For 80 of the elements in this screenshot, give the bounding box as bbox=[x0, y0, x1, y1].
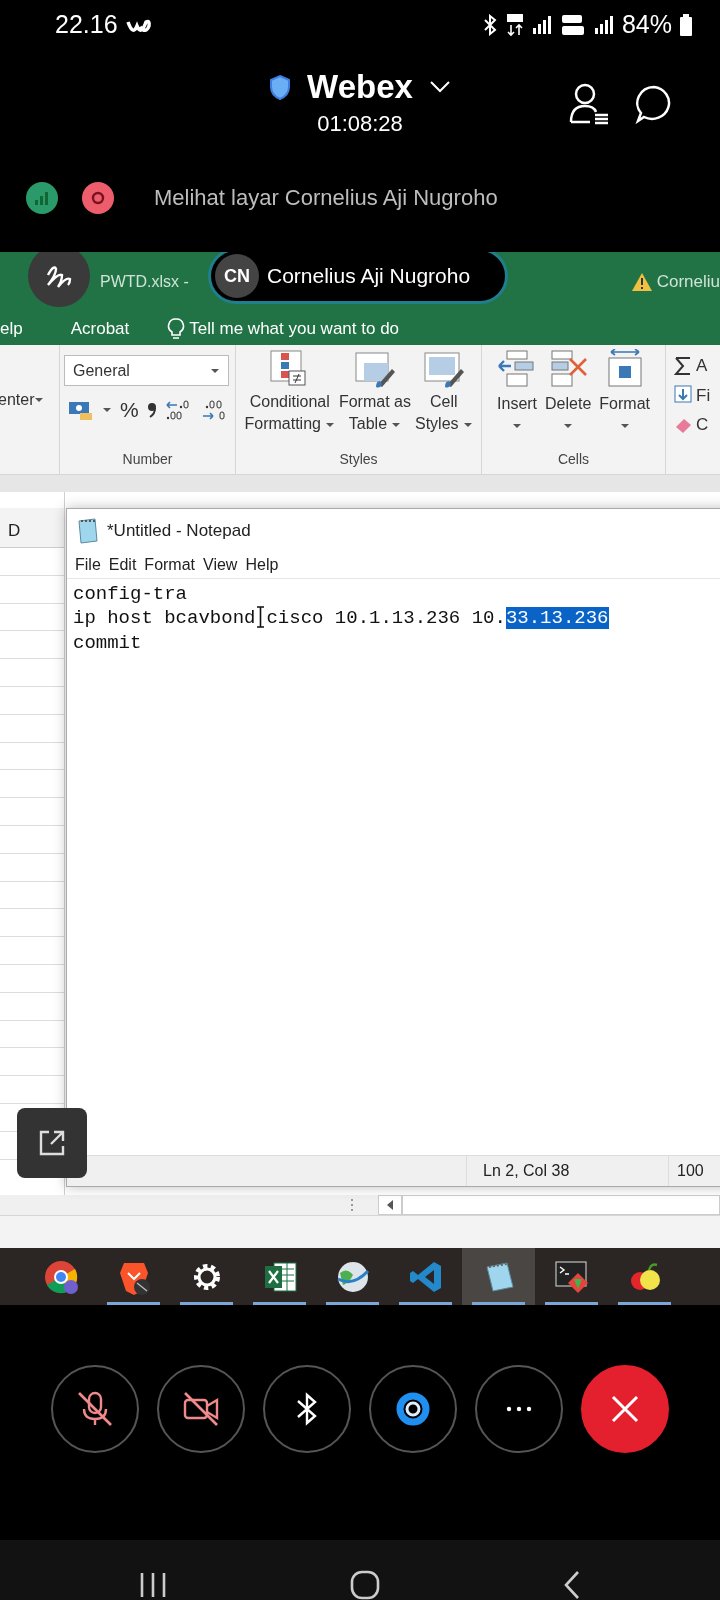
battery-percent: 84% bbox=[621, 9, 672, 41]
shield-icon bbox=[269, 73, 292, 100]
cursor-position: Ln 2, Col 38 bbox=[483, 1161, 570, 1181]
bluetooth-icon bbox=[481, 14, 498, 36]
caret-icon bbox=[324, 421, 335, 428]
caret-icon bbox=[102, 406, 112, 413]
caret-icon bbox=[512, 423, 523, 429]
clock-time: 22.16 bbox=[55, 9, 118, 41]
scroll-grip-icon bbox=[350, 1198, 354, 1212]
terminal-app-icon bbox=[553, 1258, 590, 1295]
text-cursor-icon bbox=[255, 606, 267, 629]
menu-item[interactable]: View bbox=[203, 553, 238, 578]
zoom-level: 100 bbox=[677, 1161, 704, 1181]
account-name: Corneliu bbox=[656, 271, 720, 294]
caret-icon bbox=[563, 423, 574, 429]
back-icon[interactable] bbox=[562, 1570, 581, 1600]
text-line: config-tra bbox=[73, 582, 188, 605]
comma-style-icon[interactable] bbox=[146, 401, 157, 418]
menu-item[interactable]: Format bbox=[144, 553, 196, 578]
ribbon-tab[interactable]: Acrobat bbox=[70, 315, 130, 342]
ribbon-button[interactable]: Cell Styles bbox=[414, 349, 473, 435]
menu-item[interactable]: Edit bbox=[108, 553, 137, 578]
caret-icon bbox=[210, 367, 220, 374]
tell-me-search[interactable]: Tell me what you want to do bbox=[167, 315, 400, 342]
notepad-icon bbox=[75, 517, 99, 544]
ribbon-button[interactable]: Format bbox=[599, 349, 650, 429]
warning-icon bbox=[630, 272, 653, 292]
chrome-app-icon bbox=[42, 1258, 79, 1295]
sharing-status-text: Melihat layar Cornelius Aji Nugroho bbox=[154, 184, 498, 212]
caret-icon bbox=[619, 423, 630, 429]
signal-icon bbox=[593, 15, 614, 35]
volte-icon bbox=[559, 13, 586, 37]
open-external-button[interactable] bbox=[17, 1108, 87, 1178]
chevron-icon bbox=[428, 80, 451, 95]
ribbon-tab[interactable]: elp bbox=[0, 315, 23, 342]
ribbon-button[interactable]: Format as Table bbox=[338, 349, 411, 435]
window-title: *Untitled - Notepad bbox=[107, 520, 251, 543]
group-label: Cells bbox=[556, 450, 591, 469]
taskbar-app-button[interactable] bbox=[462, 1248, 535, 1305]
fill-icon bbox=[674, 385, 692, 406]
number-format-dropdown[interactable]: General bbox=[64, 355, 229, 386]
data-arrows-icon bbox=[505, 13, 524, 37]
caret-icon bbox=[34, 396, 45, 403]
recording-icon bbox=[82, 181, 114, 214]
sum-icon bbox=[674, 355, 692, 376]
presenter-label: CN Cornelius Aji Nugroho bbox=[208, 252, 508, 304]
recent-apps-icon[interactable] bbox=[139, 1572, 168, 1598]
percent-button[interactable]: % bbox=[120, 394, 139, 426]
left-arrow-icon bbox=[386, 1200, 394, 1210]
menu-item[interactable]: File bbox=[75, 553, 101, 578]
participants-icon[interactable] bbox=[568, 82, 610, 126]
text-line: commit bbox=[73, 631, 142, 654]
column-header: D bbox=[8, 519, 21, 542]
battery-icon bbox=[680, 14, 692, 36]
text-line: cisco 10.1.13.236 10. bbox=[266, 607, 506, 630]
ribbon-button[interactable]: C bbox=[674, 412, 711, 438]
ribbon-button[interactable]: Fi bbox=[674, 382, 711, 408]
bars-icon bbox=[34, 189, 50, 206]
meeting-timer: 01:08:28 bbox=[317, 110, 403, 138]
file-name: PWTD.xlsx - bbox=[100, 272, 189, 292]
more-icon bbox=[506, 1406, 532, 1412]
avatar: CN bbox=[215, 254, 259, 298]
ribbon-button[interactable]: Insert bbox=[497, 349, 538, 429]
signal-icon bbox=[531, 15, 552, 35]
menu-item[interactable]: Help bbox=[245, 553, 279, 578]
group-label: Styles bbox=[338, 450, 379, 469]
ribbon-button[interactable]: Conditional Formatting bbox=[244, 349, 335, 435]
scroll-left-button[interactable] bbox=[378, 1195, 402, 1215]
selected-text: 33.13.236 bbox=[505, 607, 609, 630]
ribbon-button[interactable]: A bbox=[674, 353, 711, 379]
meeting-title: Webex bbox=[307, 70, 413, 103]
caret-icon bbox=[462, 421, 473, 428]
ribbon-button[interactable]: Delete bbox=[545, 349, 592, 429]
external-link-icon bbox=[37, 1128, 67, 1158]
cells-icon bbox=[548, 349, 589, 389]
caret-icon bbox=[391, 421, 402, 428]
lightbulb-icon bbox=[167, 317, 186, 340]
group-label: Number bbox=[121, 450, 174, 469]
text-line: ip host bcavbond bbox=[73, 607, 256, 630]
home-icon[interactable] bbox=[350, 1570, 380, 1600]
